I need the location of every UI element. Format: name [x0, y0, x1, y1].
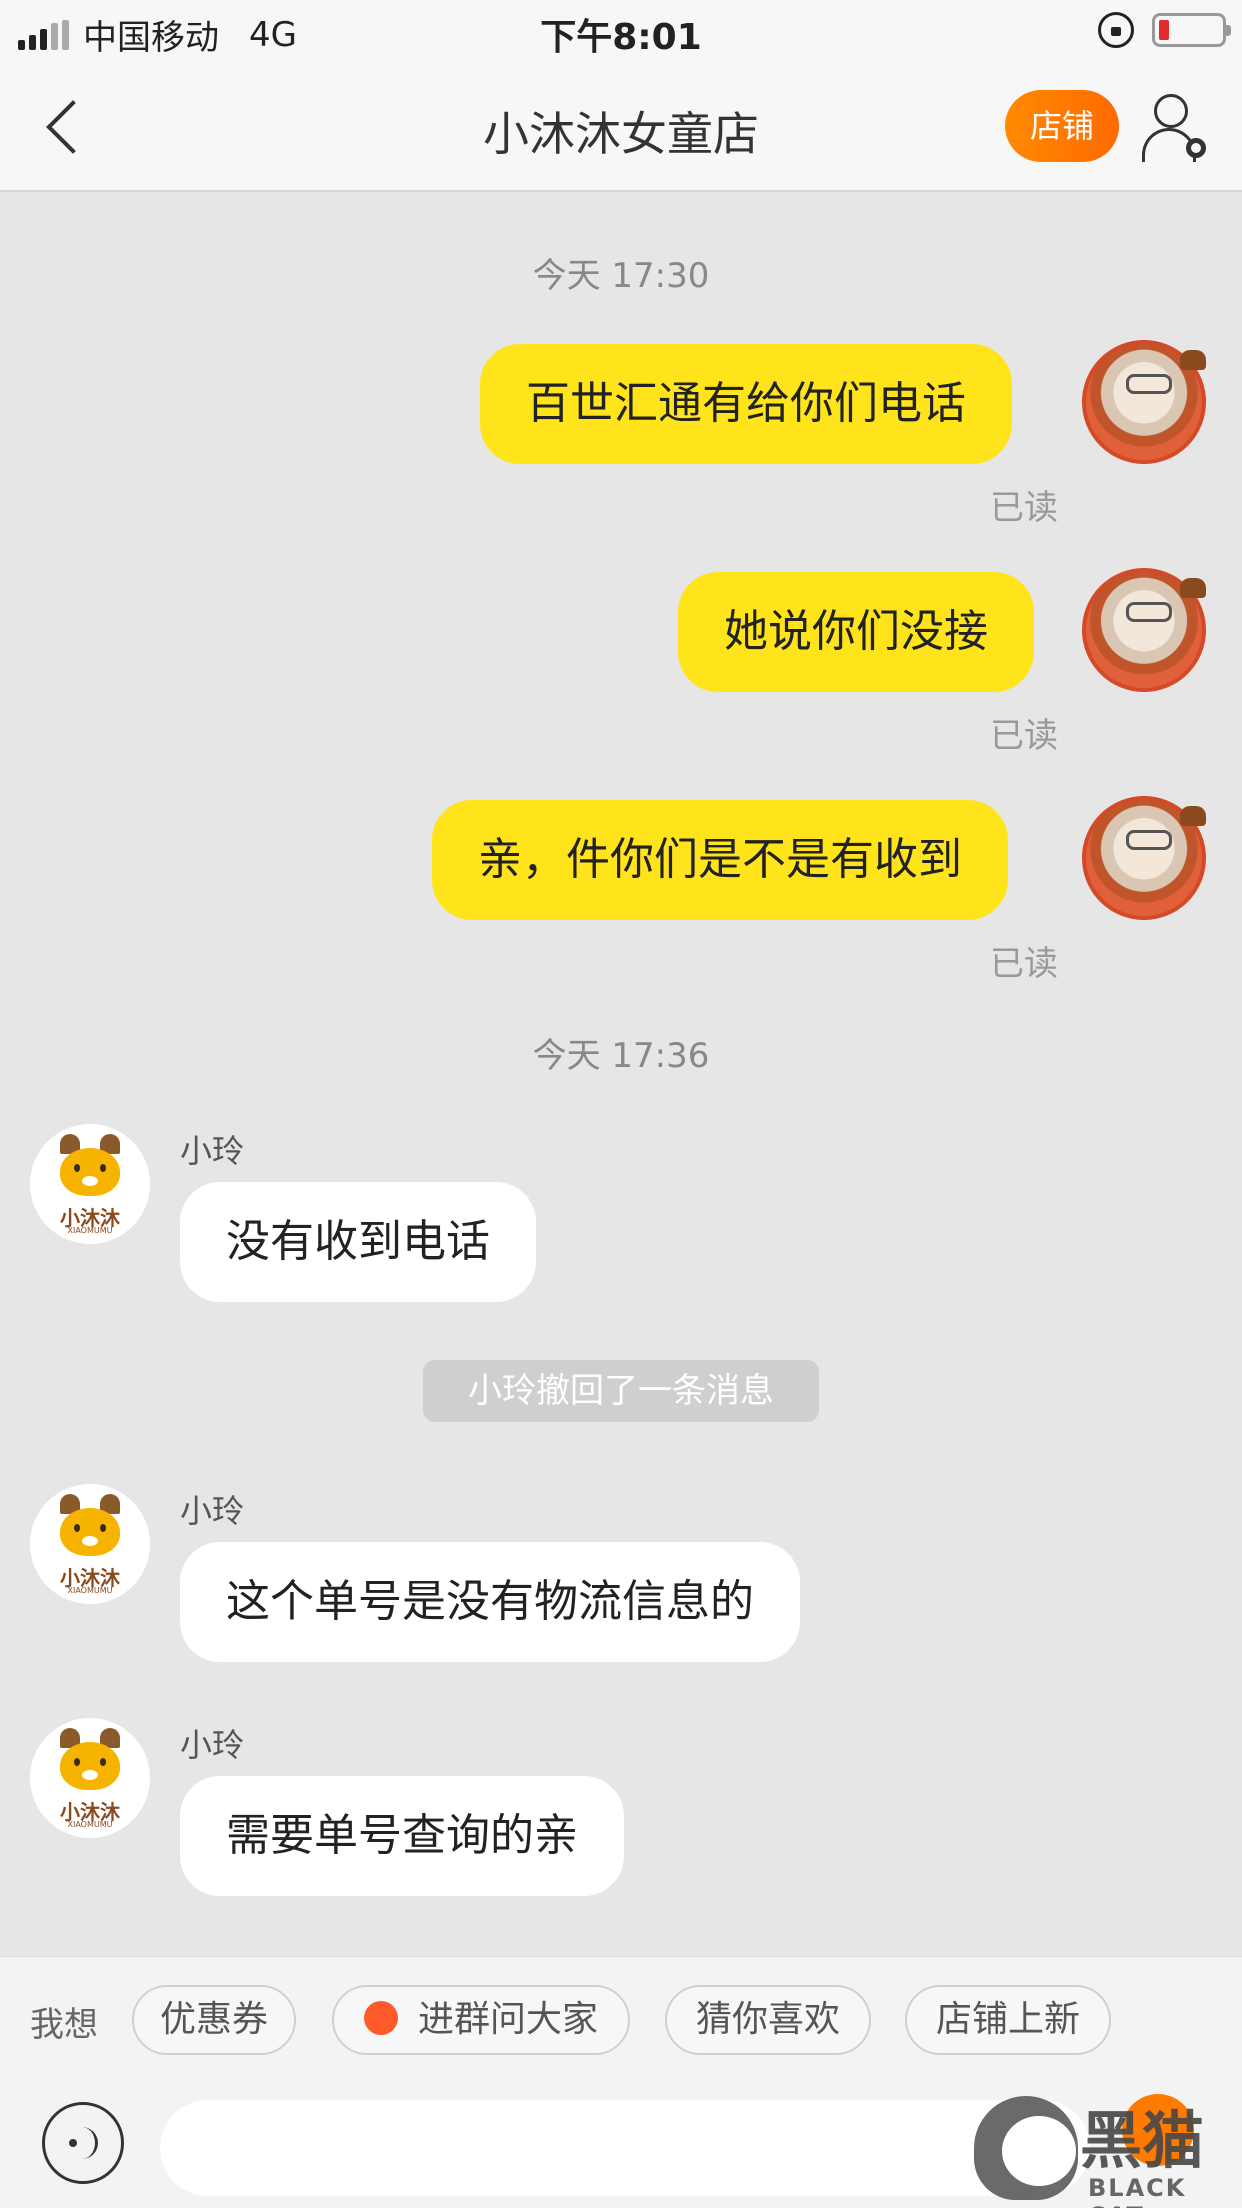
shop-new-chip[interactable]: 店铺上新 [905, 1985, 1111, 2055]
shop-avatar-brand-sub: XIAOMUMU [67, 1226, 113, 1235]
status-right [1098, 12, 1231, 48]
my-avatar[interactable] [1082, 796, 1206, 920]
recall-notice: 小玲撤回了一条消息 [423, 1360, 819, 1422]
message-bubble-theirs[interactable]: 没有收到电话 [180, 1182, 536, 1302]
battery-icon [1152, 13, 1231, 47]
user-settings-icon[interactable] [1140, 92, 1210, 162]
join-group-chip[interactable]: 进群问大家 [332, 1985, 630, 2055]
read-receipt: 已读 [990, 944, 1058, 984]
watermark-text: 黑猫 [1080, 2104, 1205, 2177]
shop-avatar[interactable]: 小沐沐 XIAOMUMU [30, 1124, 150, 1244]
sender-name: 小玲 [180, 1132, 245, 1170]
sender-name: 小玲 [180, 1726, 245, 1764]
group-icon [363, 2001, 398, 2035]
my-avatar[interactable] [1082, 568, 1206, 692]
voice-icon[interactable] [42, 2102, 124, 2184]
rotation-lock-icon [1098, 12, 1134, 48]
message-bubble-mine[interactable]: 百世汇通有给你们电话 [480, 344, 1012, 464]
message-bubble-mine[interactable]: 她说你们没接 [678, 572, 1034, 692]
timestamp: 今天 17:36 [532, 1036, 710, 1076]
shop-avatar[interactable]: 小沐沐 XIAOMUMU [30, 1718, 150, 1838]
watermark-shield-icon [974, 2096, 1078, 2200]
timestamp: 今天 17:30 [532, 256, 710, 296]
sender-name: 小玲 [180, 1492, 245, 1530]
coupon-chip[interactable]: 优惠券 [132, 1985, 296, 2055]
black-cat-watermark: 黑猫 BLACK CAT [960, 2086, 1242, 2208]
shop-avatar-brand-sub: XIAOMUMU [67, 1820, 113, 1829]
my-avatar[interactable] [1082, 340, 1206, 464]
shop-avatar-brand-sub: XIAOMUMU [67, 1586, 113, 1595]
quick-actions-bar: 我想 优惠券 进群问大家 猜你喜欢 店铺上新 [0, 1956, 1242, 2086]
message-bubble-mine[interactable]: 亲，件你们是不是有收到 [432, 800, 1008, 920]
read-receipt: 已读 [990, 488, 1058, 528]
message-bubble-theirs[interactable]: 这个单号是没有物流信息的 [180, 1542, 800, 1662]
quick-actions-label: 我想 [30, 2005, 98, 2045]
read-receipt: 已读 [990, 716, 1058, 756]
guess-you-like-chip[interactable]: 猜你喜欢 [665, 1985, 871, 2055]
join-group-label: 进群问大家 [417, 1999, 598, 2040]
clock: 下午8:01 [540, 17, 702, 58]
watermark-subtext: BLACK CAT [1088, 2174, 1187, 2208]
shop-avatar[interactable]: 小沐沐 XIAOMUMU [30, 1484, 150, 1604]
message-bubble-theirs[interactable]: 需要单号查询的亲 [180, 1776, 624, 1896]
shop-button[interactable]: 店铺 [1005, 90, 1119, 162]
message-input[interactable] [160, 2100, 1090, 2196]
status-bar: 中国移动 4G 下午8:01 [0, 0, 1242, 62]
nav-bar: 小沐沐女童店 店铺 [0, 62, 1242, 192]
